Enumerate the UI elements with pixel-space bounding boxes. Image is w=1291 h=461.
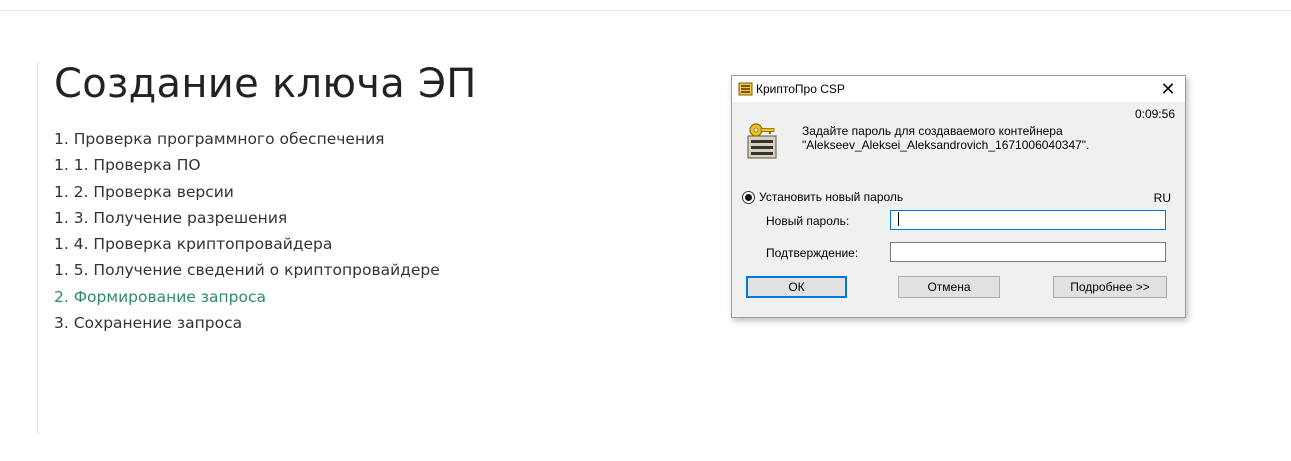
dialog-title: КриптоПро CSP bbox=[756, 82, 845, 96]
top-divider bbox=[0, 10, 1291, 11]
left-divider bbox=[37, 62, 38, 434]
new-password-field[interactable] bbox=[890, 210, 1166, 230]
message-container-name: "Alekseev_Aleksei_Aleksandrovich_1671006… bbox=[802, 138, 1090, 152]
keys-icon bbox=[747, 123, 777, 159]
confirm-password-label: Подтверждение: bbox=[766, 246, 859, 260]
dialog-titlebar[interactable]: КриптоПро CSP ✕ bbox=[732, 76, 1185, 102]
step-item: 1. 3. Получение разрешения bbox=[54, 208, 288, 227]
text-caret bbox=[898, 212, 899, 226]
step-item: 3. Сохранение запроса bbox=[54, 314, 243, 333]
step-item-active: 2. Формирование запроса bbox=[54, 287, 266, 306]
keyboard-language-indicator: RU bbox=[1153, 191, 1171, 205]
new-password-radio[interactable] bbox=[742, 190, 755, 204]
page-title: Создание ключа ЭП bbox=[54, 61, 477, 107]
cancel-button[interactable]: Отмена bbox=[898, 276, 1000, 298]
step-list: 1. Проверка программного обеспечения 1. … bbox=[54, 126, 440, 336]
confirm-password-field[interactable] bbox=[890, 242, 1166, 262]
cryptopro-dialog: КриптоПро CSP ✕ 0:09:56 Задайте пароль д… bbox=[731, 75, 1186, 318]
radio-label: Установить новый пароль bbox=[759, 190, 904, 204]
step-item: 1. 1. Проверка ПО bbox=[54, 156, 201, 175]
countdown-timer: 0:09:56 bbox=[1134, 107, 1175, 121]
new-password-radio-option[interactable]: Установить новый пароль bbox=[742, 190, 903, 204]
ok-button[interactable]: ОК bbox=[746, 276, 847, 298]
cryptopro-icon bbox=[738, 82, 753, 96]
message-line: Задайте пароль для создаваемого контейне… bbox=[802, 124, 1063, 138]
step-item: 1. 2. Проверка версии bbox=[54, 182, 234, 201]
step-item: 1. Проверка программного обеспечения bbox=[54, 130, 385, 148]
dialog-message: Задайте пароль для создаваемого контейне… bbox=[802, 124, 1089, 152]
step-item: 1. 4. Проверка криптопровайдера bbox=[54, 235, 333, 254]
step-item: 1. 5. Получение сведений о криптопровайд… bbox=[54, 261, 440, 280]
close-icon[interactable]: ✕ bbox=[1155, 78, 1181, 100]
new-password-label: Новый пароль: bbox=[766, 214, 850, 228]
details-button[interactable]: Подробнее >> bbox=[1053, 276, 1167, 298]
